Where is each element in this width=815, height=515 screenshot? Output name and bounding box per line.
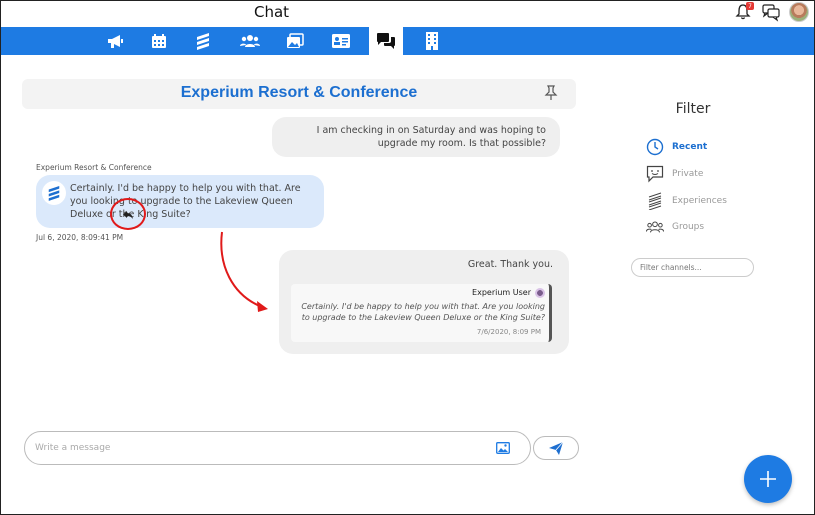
megaphone-icon — [108, 35, 123, 48]
nav-experiences[interactable] — [186, 27, 220, 55]
nav-gallery[interactable] — [278, 27, 312, 55]
experium-logo-icon — [197, 33, 209, 50]
quoted-user: Experium User — [472, 288, 531, 297]
nav-announcements[interactable] — [98, 27, 132, 55]
notification-badge: 7 — [746, 2, 754, 10]
main-nav — [1, 27, 814, 55]
outgoing-message: I am checking in on Saturday and was hop… — [272, 117, 560, 157]
filter-recent[interactable]: Recent — [646, 138, 707, 156]
id-card-icon — [332, 34, 350, 48]
filter-recent-label: Recent — [672, 142, 708, 152]
private-message-icon — [646, 165, 664, 183]
user-avatar[interactable] — [789, 2, 809, 22]
notifications-button[interactable]: 7 — [733, 2, 754, 22]
building-icon — [426, 32, 438, 50]
top-icons: 7 — [733, 2, 809, 22]
message-input[interactable] — [35, 440, 475, 456]
clock-icon — [646, 138, 664, 156]
reply-message-text: Great. Thank you. — [467, 259, 553, 270]
nav-chat[interactable] — [369, 27, 403, 55]
app-title: Chat — [254, 3, 290, 21]
nav-groups[interactable] — [233, 27, 267, 55]
incoming-timestamp: Jul 6, 2020, 8:09:41 PM — [36, 233, 124, 242]
incoming-message-text: Certainly. I'd be happy to help you with… — [70, 183, 301, 220]
incoming-message: Certainly. I'd be happy to help you with… — [36, 175, 324, 228]
nav-properties[interactable] — [415, 27, 449, 55]
annotation-circle — [110, 198, 146, 230]
send-button[interactable] — [533, 436, 579, 460]
quoted-time: 7/6/2020, 8:09 PM — [476, 328, 541, 336]
filter-private-label: Private — [672, 169, 704, 179]
filter-groups-label: Groups — [672, 222, 705, 232]
send-icon — [549, 441, 563, 455]
groups-icon — [646, 221, 664, 233]
pin-icon[interactable] — [544, 85, 558, 101]
quoted-user-avatar — [535, 288, 545, 298]
nav-contacts[interactable] — [324, 27, 358, 55]
filter-title: Filter — [675, 101, 711, 117]
quoted-message: Experium User Certainly. I'd be happy to… — [291, 284, 552, 342]
filter-experiences-label: Experiences — [672, 196, 727, 206]
conversation-title: Experium Resort & Conference — [180, 84, 418, 101]
users-icon — [240, 35, 260, 47]
image-attach-icon[interactable] — [496, 442, 510, 454]
message-composer — [24, 431, 531, 465]
filter-groups[interactable]: Groups — [646, 219, 704, 235]
sender-logo — [42, 181, 66, 205]
filter-experiences[interactable]: Experiences — [646, 192, 727, 210]
calendar-icon — [152, 34, 166, 48]
chat-icon — [377, 33, 395, 49]
quoted-text: Certainly. I'd be happy to help you with… — [301, 302, 545, 322]
image-gallery-icon — [287, 33, 304, 48]
filter-channels-input[interactable] — [631, 258, 754, 277]
messages-icon[interactable] — [761, 2, 781, 22]
conversation-header: Experium Resort & Conference — [22, 79, 576, 109]
filter-private[interactable]: Private — [646, 165, 703, 183]
top-bar: Chat 7 — [0, 0, 815, 27]
reply-message: Great. Thank you. Experium User Certainl… — [279, 250, 569, 354]
experium-logo-icon — [648, 192, 662, 210]
plus-icon — [760, 471, 776, 487]
new-chat-button[interactable] — [744, 455, 792, 503]
nav-calendar[interactable] — [142, 27, 176, 55]
experium-logo-icon — [48, 186, 60, 201]
incoming-sender: Experium Resort & Conference — [36, 163, 152, 172]
